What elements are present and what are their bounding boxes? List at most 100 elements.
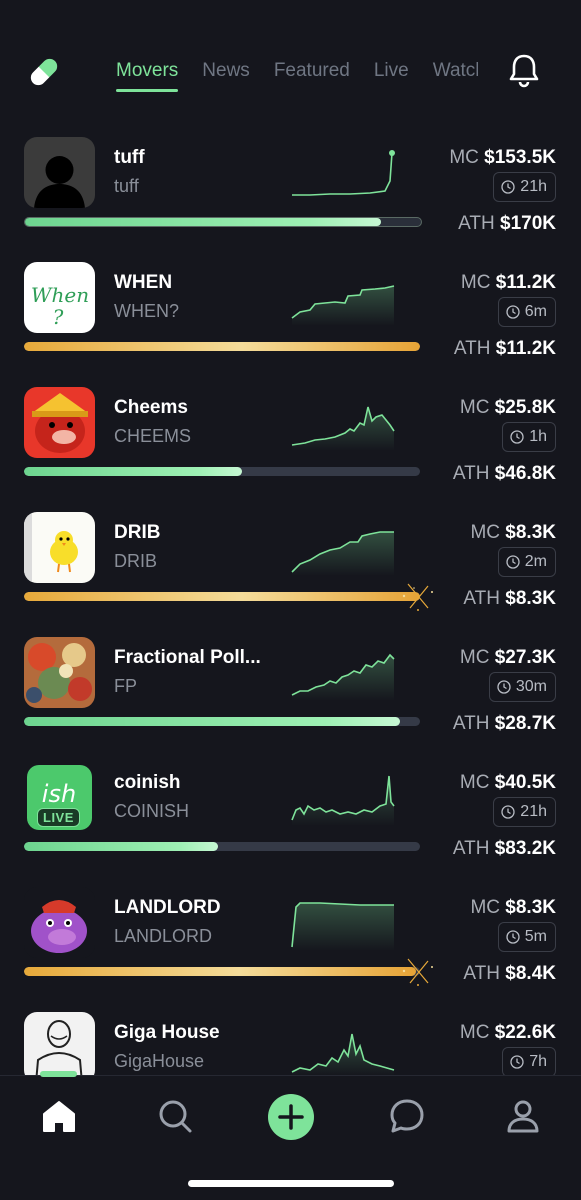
coin-ticker: COINISH bbox=[114, 801, 190, 821]
ath-progress-bar bbox=[24, 342, 420, 351]
all-time-high: ATH $11.2K bbox=[453, 338, 556, 359]
svg-text:?: ? bbox=[53, 305, 64, 329]
clock-icon bbox=[501, 805, 515, 819]
market-cap: MC $40.5K bbox=[459, 772, 556, 793]
age-badge: 1h bbox=[502, 422, 556, 452]
coin-row[interactable]: When ? WHEN WHEN? MC $11.2K 6m ATH $11.2… bbox=[0, 250, 581, 375]
price-sparkline bbox=[291, 531, 394, 576]
tab-news[interactable]: News bbox=[202, 60, 250, 92]
coin-avatar: When ? bbox=[24, 262, 95, 333]
ath-progress-bar bbox=[24, 842, 420, 851]
bottom-nav bbox=[0, 1071, 581, 1200]
coin-name: WHEN bbox=[114, 272, 173, 293]
coin-ticker: WHEN? bbox=[114, 301, 180, 321]
profile-icon[interactable] bbox=[501, 1094, 545, 1138]
market-cap: MC $22.6K bbox=[459, 1022, 556, 1043]
market-cap: MC $8.3K bbox=[470, 897, 556, 918]
coin-avatar bbox=[24, 637, 95, 708]
clock-icon bbox=[506, 930, 520, 944]
age-badge: 7h bbox=[502, 1047, 556, 1075]
age-badge: 30m bbox=[488, 672, 556, 702]
coin-avatar bbox=[24, 512, 95, 583]
price-sparkline bbox=[291, 775, 395, 826]
search-icon[interactable] bbox=[153, 1094, 197, 1138]
clock-icon bbox=[506, 555, 520, 569]
coinish-logo-text: ish bbox=[42, 780, 76, 808]
bell-icon[interactable] bbox=[506, 52, 542, 88]
clock-icon bbox=[510, 430, 524, 444]
ath-progress-bar bbox=[24, 967, 420, 976]
all-time-high: ATH $170K bbox=[458, 213, 556, 234]
price-sparkline bbox=[291, 406, 395, 451]
coin-avatar bbox=[24, 137, 95, 208]
all-time-high: ATH $46.8K bbox=[452, 463, 556, 484]
coin-row[interactable]: LANDLORD LANDLORD MC $8.3K 5m ATH $8.4K bbox=[0, 875, 581, 1000]
home-icon[interactable] bbox=[37, 1094, 81, 1138]
live-badge: LIVE bbox=[37, 808, 80, 827]
coin-ticker: CHEEMS bbox=[114, 426, 192, 446]
market-cap: MC $25.8K bbox=[459, 397, 556, 418]
clock-icon bbox=[501, 180, 515, 194]
svg-text:When: When bbox=[31, 283, 89, 307]
top-bar: Movers News Featured Live Watchlist bbox=[0, 40, 581, 102]
all-time-high: ATH $8.4K bbox=[463, 963, 556, 984]
price-sparkline bbox=[291, 1033, 395, 1075]
ath-progress-bar bbox=[24, 592, 420, 601]
all-time-high: ATH $28.7K bbox=[452, 713, 556, 734]
price-sparkline bbox=[291, 902, 394, 951]
create-button[interactable] bbox=[268, 1094, 314, 1140]
clock-icon bbox=[510, 1055, 524, 1069]
sparkle-effect-icon bbox=[402, 583, 433, 611]
all-time-high: ATH $8.3K bbox=[463, 588, 556, 609]
coin-ticker: FP bbox=[114, 676, 138, 696]
coin-name: tuff bbox=[114, 147, 145, 168]
coin-avatar bbox=[24, 1012, 95, 1075]
coin-ticker: GigaHouse bbox=[114, 1051, 205, 1071]
coin-row[interactable]: Giga House GigaHouse MC $22.6K 7h bbox=[0, 1000, 581, 1075]
tab-movers[interactable]: Movers bbox=[116, 60, 179, 92]
coin-name: DRIB bbox=[114, 522, 161, 543]
coin-name: coinish bbox=[114, 772, 181, 793]
coin-ticker: LANDLORD bbox=[114, 926, 213, 946]
tab-watchlist[interactable]: Watchlist bbox=[433, 60, 478, 92]
coin-ticker: DRIB bbox=[114, 551, 158, 571]
pill-icon[interactable] bbox=[24, 52, 64, 92]
ath-progress-bar bbox=[24, 467, 420, 476]
coin-row[interactable]: Fractional Poll... FP MC $27.3K 30m ATH … bbox=[0, 625, 581, 750]
coin-row[interactable]: DRIB DRIB MC $8.3K 2m ATH $8.3K bbox=[0, 500, 581, 625]
age-badge: 21h bbox=[493, 797, 556, 827]
coin-row[interactable]: ish LIVE coinish COINISH MC $40.5K 21h A… bbox=[0, 750, 581, 875]
coin-name: Giga House bbox=[114, 1022, 220, 1043]
clock-icon bbox=[506, 305, 520, 319]
sparkle-effect-icon bbox=[402, 958, 433, 986]
active-indicator bbox=[40, 1071, 77, 1077]
tab-live[interactable]: Live bbox=[374, 60, 409, 92]
price-sparkline bbox=[291, 653, 395, 701]
tab-featured[interactable]: Featured bbox=[274, 60, 350, 92]
home-indicator-bar bbox=[188, 1180, 394, 1187]
coin-ticker: tuff bbox=[114, 176, 139, 196]
coin-name: Cheems bbox=[114, 397, 188, 418]
coin-avatar: ish LIVE bbox=[24, 762, 95, 833]
age-badge: 6m bbox=[497, 297, 556, 327]
ath-progress-bar bbox=[24, 717, 420, 726]
ath-progress-bar bbox=[24, 217, 422, 227]
movers-list: tuff tuff MC $153.5K 21h ATH $170K When … bbox=[0, 125, 581, 1075]
price-sparkline bbox=[291, 285, 395, 326]
coin-avatar bbox=[24, 387, 95, 458]
market-cap: MC $8.3K bbox=[470, 522, 556, 543]
age-badge: 5m bbox=[497, 922, 556, 952]
age-badge: 2m bbox=[497, 547, 556, 577]
coin-row[interactable]: tuff tuff MC $153.5K 21h ATH $170K bbox=[0, 125, 581, 250]
coin-avatar bbox=[24, 887, 95, 958]
tab-strip: Movers News Featured Live Watchlist bbox=[116, 60, 478, 100]
coin-name: Fractional Poll... bbox=[114, 647, 261, 668]
plus-icon bbox=[278, 1104, 304, 1130]
market-cap: MC $153.5K bbox=[449, 147, 556, 168]
clock-icon bbox=[497, 680, 511, 694]
market-cap: MC $27.3K bbox=[459, 647, 556, 668]
chat-icon[interactable] bbox=[385, 1094, 429, 1138]
all-time-high: ATH $83.2K bbox=[452, 838, 556, 859]
coin-name: LANDLORD bbox=[114, 897, 221, 918]
coin-row[interactable]: Cheems CHEEMS MC $25.8K 1h ATH $46.8K bbox=[0, 375, 581, 500]
